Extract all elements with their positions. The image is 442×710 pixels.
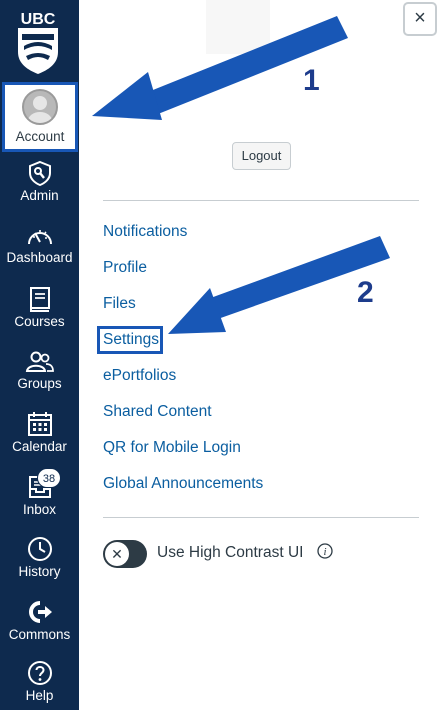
groups-people-icon: [25, 351, 54, 372]
high-contrast-label: Use High Contrast UI: [157, 544, 304, 561]
divider-top: [103, 200, 419, 201]
link-notifications[interactable]: Notifications: [103, 223, 187, 241]
logout-button[interactable]: Logout: [232, 142, 291, 170]
nav-help[interactable]: Help: [0, 660, 79, 703]
nav-dashboard[interactable]: Dashboard: [0, 224, 79, 265]
logo-text: UBC: [21, 11, 56, 28]
link-settings[interactable]: Settings: [103, 331, 159, 349]
nav-account[interactable]: Account: [2, 82, 78, 152]
link-files[interactable]: Files: [103, 295, 136, 313]
nav-history[interactable]: History: [0, 536, 79, 579]
nav-calendar-label: Calendar: [12, 439, 67, 454]
link-global-announcements[interactable]: Global Announcements: [103, 475, 263, 493]
ubc-logo[interactable]: UBC: [14, 8, 62, 74]
nav-courses[interactable]: Courses: [0, 286, 79, 329]
divider-bottom: [103, 517, 419, 518]
nav-admin[interactable]: Admin: [0, 160, 79, 203]
admin-shield-icon: [28, 160, 51, 186]
dashboard-gauge-icon: [27, 230, 52, 245]
nav-courses-label: Courses: [14, 314, 65, 329]
avatar: [22, 89, 58, 125]
calendar-icon: [27, 412, 52, 436]
commons-share-icon: [28, 601, 52, 623]
nav-commons-label: Commons: [8, 627, 71, 642]
toggle-off-icon: ✕: [105, 542, 129, 566]
nav-inbox-label: Inbox: [22, 502, 57, 517]
link-shared-content[interactable]: Shared Content: [103, 403, 212, 421]
info-glyph: i: [323, 546, 326, 558]
high-contrast-toggle[interactable]: ✕: [103, 540, 147, 568]
inbox-unread-badge: 38: [37, 468, 61, 488]
nav-history-label: History: [18, 564, 61, 579]
close-tray-button[interactable]: ×: [403, 2, 437, 36]
courses-book-icon: [29, 287, 50, 312]
nav-groups-label: Groups: [17, 376, 62, 391]
profile-avatar-placeholder: [206, 0, 270, 54]
link-profile[interactable]: Profile: [103, 259, 147, 277]
nav-commons[interactable]: Commons: [0, 599, 79, 642]
nav-admin-label: Admin: [20, 188, 59, 203]
nav-groups[interactable]: Groups: [0, 350, 79, 391]
global-nav-sidebar: UBC Account Admin Dashboard Courses Grou…: [0, 0, 79, 710]
annotation-step-2: 2: [357, 276, 374, 309]
nav-dashboard-label: Dashboard: [6, 250, 73, 265]
annotation-step-1: 1: [303, 64, 320, 97]
nav-help-label: Help: [25, 688, 54, 703]
nav-account-label: Account: [15, 129, 65, 144]
history-clock-icon: [27, 537, 52, 561]
nav-calendar[interactable]: Calendar: [0, 411, 79, 454]
link-eportfolios[interactable]: ePortfolios: [103, 367, 176, 385]
link-qr-mobile-login[interactable]: QR for Mobile Login: [103, 439, 241, 457]
help-question-icon: [27, 661, 52, 685]
info-icon[interactable]: i: [317, 543, 333, 559]
